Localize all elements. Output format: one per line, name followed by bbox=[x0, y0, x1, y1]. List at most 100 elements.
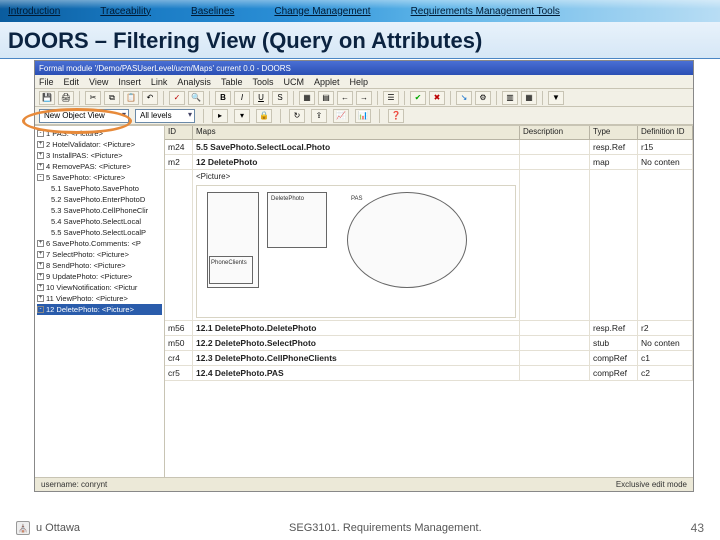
outline-icon[interactable]: ☰ bbox=[383, 91, 399, 105]
demote-icon[interactable]: → bbox=[356, 91, 372, 105]
tree-node[interactable]: +10 ViewNotification: <Pictur bbox=[37, 282, 162, 293]
tree-node[interactable]: -12 DeletePhoto: <Picture> bbox=[37, 304, 162, 315]
tree-node[interactable]: +8 SendPhoto: <Picture> bbox=[37, 260, 162, 271]
nav-traceability[interactable]: Traceability bbox=[100, 6, 151, 17]
tree-node[interactable]: +7 SelectPhoto: <Picture> bbox=[37, 249, 162, 260]
copy-icon[interactable]: ⧉ bbox=[104, 91, 120, 105]
tree-node[interactable]: +9 UpdatePhoto: <Picture> bbox=[37, 271, 162, 282]
tree-node[interactable]: -5 SavePhoto: <Picture> bbox=[37, 172, 162, 183]
table-row[interactable]: <Picture>DeletePhotoPASPhoneClients bbox=[165, 170, 693, 321]
strike-icon[interactable]: S bbox=[272, 91, 288, 105]
promote-icon[interactable]: ← bbox=[337, 91, 353, 105]
tree-node[interactable]: 5.5 SavePhoto.SelectLocalP bbox=[37, 227, 162, 238]
status-mode: Exclusive edit mode bbox=[616, 480, 687, 489]
nav-change-management[interactable]: Change Management bbox=[274, 6, 370, 17]
graph-icon[interactable]: 📈 bbox=[333, 109, 349, 123]
table-row[interactable]: cr512.4 DeletePhoto.PAScompRefc2 bbox=[165, 366, 693, 381]
menu-help[interactable]: Help bbox=[350, 77, 369, 87]
menu-analysis[interactable]: Analysis bbox=[177, 77, 211, 87]
menu-link[interactable]: Link bbox=[151, 77, 168, 87]
ucm-diagram: DeletePhotoPASPhoneClients bbox=[196, 185, 516, 318]
menu-ucm[interactable]: UCM bbox=[283, 77, 304, 87]
spell-icon[interactable]: ✓ bbox=[169, 91, 185, 105]
doors-screenshot: Formal module '/Demo/PASUserLevel/ucm/Ma… bbox=[34, 60, 694, 492]
insert-col-icon[interactable]: ▥ bbox=[502, 91, 518, 105]
university-logo: ⛪ u Ottawa bbox=[16, 521, 80, 535]
cut-icon[interactable]: ✂ bbox=[85, 91, 101, 105]
table-icon[interactable]: ▦ bbox=[521, 91, 537, 105]
col-main[interactable]: Maps bbox=[193, 126, 520, 139]
tree-node[interactable]: 5.1 SavePhoto.SavePhoto bbox=[37, 183, 162, 194]
view-combo[interactable]: New Object View bbox=[39, 109, 129, 123]
underline-icon[interactable]: U bbox=[253, 91, 269, 105]
menu-edit[interactable]: Edit bbox=[64, 77, 80, 87]
tree-node[interactable]: 5.2 SavePhoto.EnterPhotoD bbox=[37, 194, 162, 205]
props-icon[interactable]: ⚙ bbox=[475, 91, 491, 105]
tree-node[interactable]: +11 ViewPhoto: <Picture> bbox=[37, 293, 162, 304]
table-row[interactable]: m5612.1 DeletePhoto.DeletePhotoresp.Refr… bbox=[165, 321, 693, 336]
paste-icon[interactable]: 📋 bbox=[123, 91, 139, 105]
accept-icon[interactable]: ✔ bbox=[410, 91, 426, 105]
slide-nav: Introduction Traceability Baselines Chan… bbox=[0, 0, 720, 22]
new-object-icon[interactable]: ▦ bbox=[299, 91, 315, 105]
new-below-icon[interactable]: ▤ bbox=[318, 91, 334, 105]
save-icon[interactable]: 💾 bbox=[39, 91, 55, 105]
tree-node[interactable]: -1 PAS: <Picture> bbox=[37, 128, 162, 139]
menu-bar: File Edit View Insert Link Analysis Tabl… bbox=[35, 75, 693, 89]
page-number: 43 bbox=[691, 521, 704, 535]
grid: ID Maps Description Type Definition ID m… bbox=[165, 126, 693, 477]
find-icon[interactable]: 🔍 bbox=[188, 91, 204, 105]
tree-node[interactable]: 5.3 SavePhoto.CellPhoneClir bbox=[37, 205, 162, 216]
grid-header: ID Maps Description Type Definition ID bbox=[165, 126, 693, 140]
module-tree[interactable]: -1 PAS: <Picture>+2 HotelValidator: <Pic… bbox=[35, 126, 165, 477]
col-desc[interactable]: Description bbox=[520, 126, 590, 139]
nav-introduction[interactable]: Introduction bbox=[8, 6, 60, 17]
print-icon[interactable]: 🖨 bbox=[58, 91, 74, 105]
link-icon[interactable]: ↘ bbox=[456, 91, 472, 105]
col-type[interactable]: Type bbox=[590, 126, 638, 139]
tree-node[interactable]: 5.4 SavePhoto.SelectLocal bbox=[37, 216, 162, 227]
help-icon[interactable]: ❓ bbox=[388, 109, 404, 123]
grid-body[interactable]: m245.5 SavePhoto.SelectLocal.Photoresp.R… bbox=[165, 140, 693, 477]
bold-icon[interactable]: B bbox=[215, 91, 231, 105]
tree-node[interactable]: +2 HotelValidator: <Picture> bbox=[37, 139, 162, 150]
chart-icon[interactable]: 📊 bbox=[355, 109, 371, 123]
italic-icon[interactable]: I bbox=[234, 91, 250, 105]
menu-view[interactable]: View bbox=[89, 77, 108, 87]
workspace: -1 PAS: <Picture>+2 HotelValidator: <Pic… bbox=[35, 125, 693, 477]
tree-node[interactable]: +4 RemovePAS: <Picture> bbox=[37, 161, 162, 172]
nav-baselines[interactable]: Baselines bbox=[191, 6, 234, 17]
crest-icon: ⛪ bbox=[16, 521, 30, 535]
course-label: SEG3101. Requirements Management. bbox=[289, 522, 482, 534]
menu-insert[interactable]: Insert bbox=[118, 77, 141, 87]
tree-node[interactable]: +6 SavePhoto.Comments: <P bbox=[37, 238, 162, 249]
nav-req-mgmt-tools[interactable]: Requirements Management Tools bbox=[411, 6, 560, 17]
refresh-icon[interactable]: ↻ bbox=[289, 109, 305, 123]
table-row[interactable]: m245.5 SavePhoto.SelectLocal.Photoresp.R… bbox=[165, 140, 693, 155]
level-combo[interactable]: All levels bbox=[135, 109, 195, 123]
menu-applet[interactable]: Applet bbox=[314, 77, 340, 87]
table-row[interactable]: m5012.2 DeletePhoto.SelectPhotostubNo co… bbox=[165, 336, 693, 351]
menu-file[interactable]: File bbox=[39, 77, 54, 87]
undo-icon[interactable]: ↶ bbox=[142, 91, 158, 105]
menu-tools[interactable]: Tools bbox=[252, 77, 273, 87]
col-id[interactable]: ID bbox=[165, 126, 193, 139]
status-bar: username: conrynt Exclusive edit mode bbox=[35, 477, 693, 491]
selector-bar: New Object View All levels ▸ ▾ 🔒 ↻ ⇪ 📈 📊… bbox=[35, 107, 693, 125]
tree-node[interactable]: +3 InstallPAS: <Picture> bbox=[37, 150, 162, 161]
window-titlebar: Formal module '/Demo/PASUserLevel/ucm/Ma… bbox=[35, 61, 693, 75]
menu-table[interactable]: Table bbox=[221, 77, 243, 87]
university-name: u Ottawa bbox=[36, 522, 80, 534]
table-row[interactable]: cr412.3 DeletePhoto.CellPhoneClientscomp… bbox=[165, 351, 693, 366]
toolbar: 💾 🖨 ✂ ⧉ 📋 ↶ ✓ 🔍 B I U S ▦ ▤ ← → ☰ ✔ ✖ ↘ … bbox=[35, 89, 693, 107]
status-user: username: conrynt bbox=[41, 480, 107, 489]
lock-icon[interactable]: 🔒 bbox=[256, 109, 272, 123]
expand-icon[interactable]: ▸ bbox=[212, 109, 228, 123]
col-def[interactable]: Definition ID bbox=[638, 126, 693, 139]
collapse-icon[interactable]: ▾ bbox=[234, 109, 250, 123]
filter-icon[interactable]: ▼ bbox=[548, 91, 564, 105]
table-row[interactable]: m212 DeletePhotomapNo conten bbox=[165, 155, 693, 170]
reject-icon[interactable]: ✖ bbox=[429, 91, 445, 105]
window-title: Formal module '/Demo/PASUserLevel/ucm/Ma… bbox=[39, 64, 291, 73]
export-icon[interactable]: ⇪ bbox=[311, 109, 327, 123]
